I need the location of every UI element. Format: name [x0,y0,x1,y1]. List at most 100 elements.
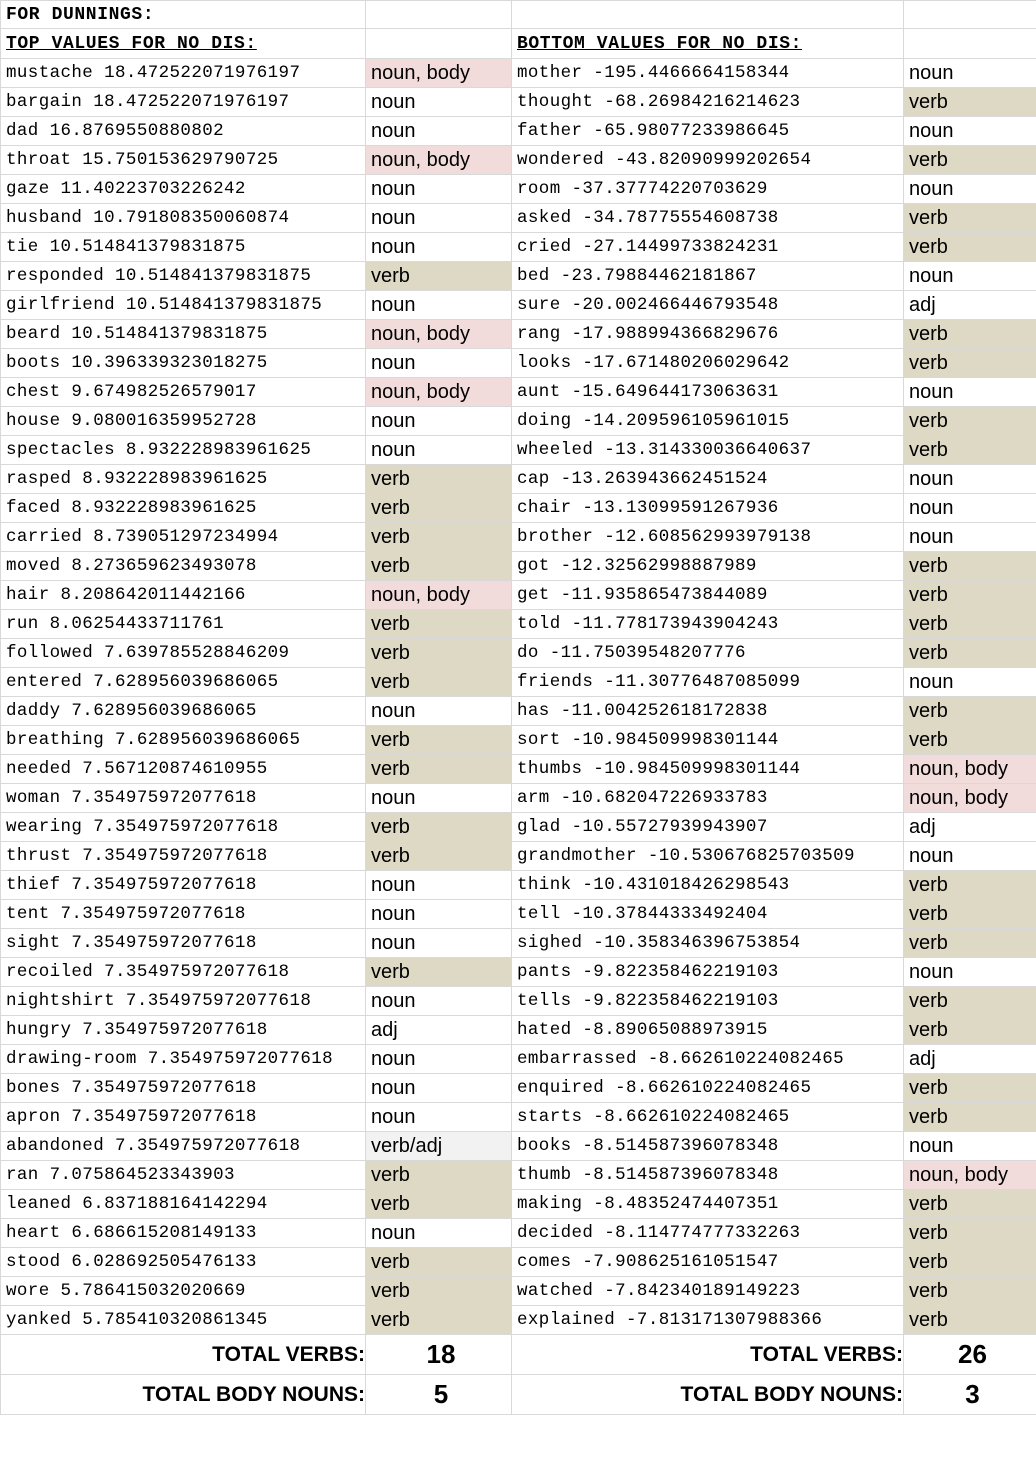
bottom-word-value-cell[interactable]: doing -14.209596105961015 [511,406,904,436]
bottom-word-value-cell[interactable]: mother -195.4466664158344 [511,58,904,88]
top-word-type-cell[interactable]: noun [365,406,512,436]
top-word-type-cell[interactable]: verb/adj [365,1131,512,1161]
top-word-type-cell[interactable]: noun [365,783,512,813]
top-word-type-cell[interactable]: verb [365,493,512,523]
bottom-word-value-cell[interactable]: sighed -10.358346396753854 [511,928,904,958]
bottom-word-value-cell[interactable]: explained -7.813171307988366 [511,1305,904,1335]
top-word-type-cell[interactable]: verb [365,551,512,581]
bottom-word-value-cell[interactable]: starts -8.662610224082465 [511,1102,904,1132]
empty-cell[interactable] [365,0,512,29]
top-word-value-cell[interactable]: rasped 8.932228983961625 [0,464,366,494]
top-word-value-cell[interactable]: dad 16.8769550880802 [0,116,366,146]
bottom-word-type-cell[interactable]: noun [903,522,1036,552]
bottom-word-value-cell[interactable]: room -37.37774220703629 [511,174,904,204]
top-word-value-cell[interactable]: bargain 18.472522071976197 [0,87,366,117]
right-total-body-label[interactable]: TOTAL BODY NOUNS: [511,1374,904,1415]
bottom-word-type-cell[interactable]: verb [903,638,1036,668]
bottom-word-value-cell[interactable]: embarrassed -8.662610224082465 [511,1044,904,1074]
bottom-word-value-cell[interactable]: thumbs -10.984509998301144 [511,754,904,784]
top-word-value-cell[interactable]: entered 7.628956039686065 [0,667,366,697]
bottom-word-value-cell[interactable]: cried -27.14499733824231 [511,232,904,262]
top-word-type-cell[interactable]: verb [365,638,512,668]
bottom-word-type-cell[interactable]: verb [903,203,1036,233]
top-word-type-cell[interactable]: noun [365,986,512,1016]
top-word-type-cell[interactable]: noun [365,928,512,958]
top-word-value-cell[interactable]: gaze 11.40223703226242 [0,174,366,204]
top-word-value-cell[interactable]: drawing-room 7.354975972077618 [0,1044,366,1074]
top-word-value-cell[interactable]: wore 5.786415032020669 [0,1276,366,1306]
bottom-word-type-cell[interactable]: verb [903,551,1036,581]
top-word-type-cell[interactable]: noun [365,899,512,929]
top-word-type-cell[interactable]: noun [365,1073,512,1103]
bottom-word-type-cell[interactable]: verb [903,870,1036,900]
bottom-word-value-cell[interactable]: sure -20.002466446793548 [511,290,904,320]
top-word-value-cell[interactable]: sight 7.354975972077618 [0,928,366,958]
right-total-body-value[interactable]: 3 [903,1374,1036,1415]
bottom-word-value-cell[interactable]: told -11.778173943904243 [511,609,904,639]
top-word-value-cell[interactable]: chest 9.674982526579017 [0,377,366,407]
top-word-value-cell[interactable]: house 9.080016359952728 [0,406,366,436]
bottom-word-value-cell[interactable]: books -8.514587396078348 [511,1131,904,1161]
top-word-type-cell[interactable]: adj [365,1015,512,1045]
left-total-verbs-value[interactable]: 18 [365,1334,512,1375]
bottom-word-value-cell[interactable]: glad -10.55727939943907 [511,812,904,842]
bottom-word-type-cell[interactable]: verb [903,1305,1036,1335]
bottom-word-value-cell[interactable]: get -11.935865473844089 [511,580,904,610]
bottom-word-type-cell[interactable]: noun [903,174,1036,204]
bottom-word-value-cell[interactable]: tells -9.822358462219103 [511,986,904,1016]
right-total-verbs-label[interactable]: TOTAL VERBS: [511,1334,904,1375]
top-word-value-cell[interactable]: responded 10.514841379831875 [0,261,366,291]
bottom-word-type-cell[interactable]: verb [903,1102,1036,1132]
top-word-type-cell[interactable]: noun [365,1218,512,1248]
top-word-value-cell[interactable]: daddy 7.628956039686065 [0,696,366,726]
top-word-value-cell[interactable]: ran 7.075864523343903 [0,1160,366,1190]
bottom-word-value-cell[interactable]: tell -10.37844333492404 [511,899,904,929]
top-word-type-cell[interactable]: noun [365,174,512,204]
bottom-word-type-cell[interactable]: noun [903,464,1036,494]
top-word-type-cell[interactable]: verb [365,1247,512,1277]
top-word-type-cell[interactable]: noun [365,116,512,146]
bottom-word-type-cell[interactable]: verb [903,435,1036,465]
left-total-verbs-label[interactable]: TOTAL VERBS: [0,1334,366,1375]
bottom-word-type-cell[interactable]: noun [903,957,1036,987]
top-word-value-cell[interactable]: nightshirt 7.354975972077618 [0,986,366,1016]
bottom-word-value-cell[interactable]: asked -34.78775554608738 [511,203,904,233]
bottom-word-value-cell[interactable]: comes -7.908625161051547 [511,1247,904,1277]
top-word-type-cell[interactable]: noun [365,1102,512,1132]
bottom-word-type-cell[interactable]: verb [903,609,1036,639]
top-word-value-cell[interactable]: girlfriend 10.514841379831875 [0,290,366,320]
top-word-type-cell[interactable]: noun, body [365,145,512,175]
bottom-word-value-cell[interactable]: has -11.004252618172838 [511,696,904,726]
bottom-word-type-cell[interactable]: noun [903,493,1036,523]
bottom-word-value-cell[interactable]: friends -11.30776487085099 [511,667,904,697]
top-word-type-cell[interactable]: noun [365,435,512,465]
top-word-value-cell[interactable]: thrust 7.354975972077618 [0,841,366,871]
right-header-cell[interactable]: BOTTOM VALUES FOR NO DIS: [511,28,904,59]
empty-cell[interactable] [511,0,904,29]
top-word-value-cell[interactable]: followed 7.639785528846209 [0,638,366,668]
bottom-word-value-cell[interactable]: decided -8.114774777332263 [511,1218,904,1248]
bottom-word-type-cell[interactable]: verb [903,725,1036,755]
top-word-value-cell[interactable]: mustache 18.472522071976197 [0,58,366,88]
top-word-value-cell[interactable]: throat 15.750153629790725 [0,145,366,175]
top-word-value-cell[interactable]: husband 10.791808350060874 [0,203,366,233]
top-word-value-cell[interactable]: thief 7.354975972077618 [0,870,366,900]
top-word-type-cell[interactable]: verb [365,1160,512,1190]
top-word-type-cell[interactable]: noun, body [365,377,512,407]
top-word-value-cell[interactable]: hair 8.208642011442166 [0,580,366,610]
top-word-value-cell[interactable]: bones 7.354975972077618 [0,1073,366,1103]
top-word-value-cell[interactable]: needed 7.567120874610955 [0,754,366,784]
bottom-word-type-cell[interactable]: noun [903,667,1036,697]
bottom-word-type-cell[interactable]: verb [903,986,1036,1016]
bottom-word-type-cell[interactable]: noun [903,841,1036,871]
bottom-word-type-cell[interactable]: verb [903,406,1036,436]
top-word-type-cell[interactable]: verb [365,812,512,842]
bottom-word-value-cell[interactable]: do -11.75039548207776 [511,638,904,668]
top-word-type-cell[interactable]: verb [365,522,512,552]
bottom-word-type-cell[interactable]: verb [903,1247,1036,1277]
bottom-word-type-cell[interactable]: noun [903,1131,1036,1161]
bottom-word-type-cell[interactable]: noun [903,377,1036,407]
top-word-type-cell[interactable]: noun, body [365,319,512,349]
top-word-type-cell[interactable]: noun, body [365,580,512,610]
bottom-word-value-cell[interactable]: chair -13.13099591267936 [511,493,904,523]
